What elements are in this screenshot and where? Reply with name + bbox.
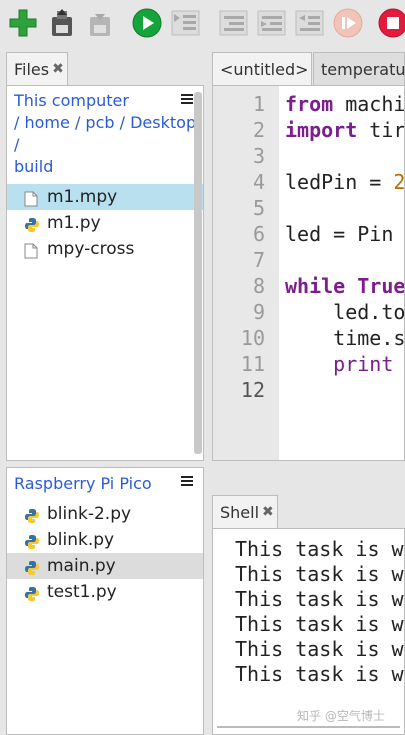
debug-icon[interactable] <box>170 8 200 38</box>
list-item[interactable]: mpy-cross <box>7 236 203 262</box>
list-item[interactable]: blink.py <box>7 527 203 553</box>
device-header: Raspberry Pi Pico <box>7 468 203 495</box>
tab-temperature-label: temperature <box>321 59 405 79</box>
file-name: main.py <box>47 556 116 576</box>
breadcrumb-pcb[interactable]: pcb <box>85 113 114 132</box>
breadcrumb-separator: / <box>74 113 81 132</box>
tab-untitled[interactable]: <untitled> ✖ <box>212 52 312 85</box>
breadcrumb-home[interactable]: home <box>24 113 69 132</box>
list-item[interactable]: blink-2.py <box>7 501 203 527</box>
toolbar <box>0 0 405 48</box>
file-name: test1.py <box>47 582 117 602</box>
line-number: 11 <box>240 352 265 376</box>
run-icon[interactable] <box>132 8 162 38</box>
new-file-icon[interactable] <box>8 8 38 38</box>
line-number: 5 <box>252 196 265 220</box>
breadcrumb-build[interactable]: build <box>14 157 53 176</box>
line-number: 1 <box>252 92 265 116</box>
shell-output-line: This task is w <box>235 612 404 636</box>
file-name: blink.py <box>47 530 115 550</box>
stop-icon[interactable] <box>378 8 405 38</box>
device-files-panel: Raspberry Pi Pico blink-2.py blink.py ma… <box>6 467 204 735</box>
tab-temperature[interactable]: temperature <box>313 52 405 85</box>
file-name: blink-2.py <box>47 504 132 524</box>
shell-output-line: This task is w <box>235 537 404 561</box>
vertical-scrollbar[interactable] <box>194 92 202 454</box>
current-line-number: 12 <box>240 378 265 402</box>
code-line: time.s <box>285 326 405 350</box>
hamburger-menu-icon[interactable] <box>181 476 193 486</box>
save-to-device-icon[interactable] <box>85 8 115 38</box>
file-name: m1.mpy <box>47 187 118 207</box>
shell-output-line: This task is w <box>235 562 404 586</box>
tab-shell[interactable]: Shell ✖ <box>212 495 278 528</box>
computer-files-panel: This computer / home / pcb / Desktop / b… <box>6 85 204 461</box>
python-icon <box>24 558 40 575</box>
hamburger-menu-icon[interactable] <box>181 94 193 104</box>
list-item[interactable]: test1.py <box>7 579 203 605</box>
watermark: 知乎 @空气博士 <box>297 709 385 723</box>
close-icon[interactable]: ✖ <box>52 61 64 77</box>
code-line: print <box>285 352 394 376</box>
list-item[interactable]: main.py <box>7 553 203 579</box>
shell-output-line: This task is w <box>235 587 404 611</box>
line-number: 4 <box>252 170 265 194</box>
device-title: Raspberry Pi Pico <box>14 474 152 493</box>
code-line: while True <box>285 274 405 298</box>
tab-shell-label: Shell <box>220 502 260 522</box>
breadcrumb: This computer / home / pcb / Desktop / b… <box>7 86 203 178</box>
python-icon <box>24 506 40 523</box>
line-number: 2 <box>252 118 265 142</box>
line-number: 7 <box>252 248 265 272</box>
shell-console[interactable]: This task is w This task is w This task … <box>212 528 405 735</box>
breadcrumb-this-computer[interactable]: This computer <box>14 91 129 110</box>
shell-output-line: This task is w <box>235 637 404 661</box>
list-item[interactable]: m1.py <box>7 210 203 236</box>
code-line: import tir <box>285 118 405 142</box>
python-icon <box>24 584 40 601</box>
file-name: m1.py <box>47 213 101 233</box>
file-icon <box>24 189 40 207</box>
line-number: 10 <box>240 326 265 350</box>
file-name: mpy-cross <box>47 239 135 259</box>
list-item[interactable]: m1.mpy <box>7 184 203 210</box>
line-number: 9 <box>252 300 265 324</box>
tab-files[interactable]: Files ✖ <box>6 52 68 85</box>
code-line: led.to <box>285 300 405 324</box>
step-over-icon[interactable] <box>218 8 248 38</box>
tab-files-label: Files <box>14 59 50 79</box>
code-editor[interactable]: 1 2 3 4 5 6 7 8 9 10 11 12 from machi im… <box>212 85 405 461</box>
python-icon <box>24 532 40 549</box>
editor-tabs: <untitled> ✖ temperature <box>212 52 405 85</box>
step-into-icon[interactable] <box>256 8 286 38</box>
resume-icon[interactable] <box>333 8 363 38</box>
shell-output-line: This task is w <box>235 662 404 686</box>
code-line: led = Pin <box>285 222 394 246</box>
breadcrumb-separator: / <box>119 113 126 132</box>
breadcrumb-separator: / <box>14 135 20 154</box>
file-icon <box>24 241 40 259</box>
code-line: from machi <box>285 92 405 116</box>
code-line: ledPin = 2 <box>285 170 405 194</box>
breadcrumb-separator: / <box>14 113 20 132</box>
line-number: 3 <box>252 144 265 168</box>
breadcrumb-desktop[interactable]: Desktop <box>130 113 196 132</box>
horizontal-scrollbar[interactable] <box>217 726 400 728</box>
close-icon[interactable]: ✖ <box>262 504 274 520</box>
line-number: 8 <box>252 274 265 298</box>
step-out-icon[interactable] <box>294 8 324 38</box>
line-number: 6 <box>252 222 265 246</box>
line-number-gutter: 1 2 3 4 5 6 7 8 9 10 11 12 <box>213 86 279 460</box>
python-icon <box>24 215 40 232</box>
open-file-icon[interactable] <box>47 8 77 38</box>
tab-untitled-label: <untitled> <box>220 59 309 79</box>
